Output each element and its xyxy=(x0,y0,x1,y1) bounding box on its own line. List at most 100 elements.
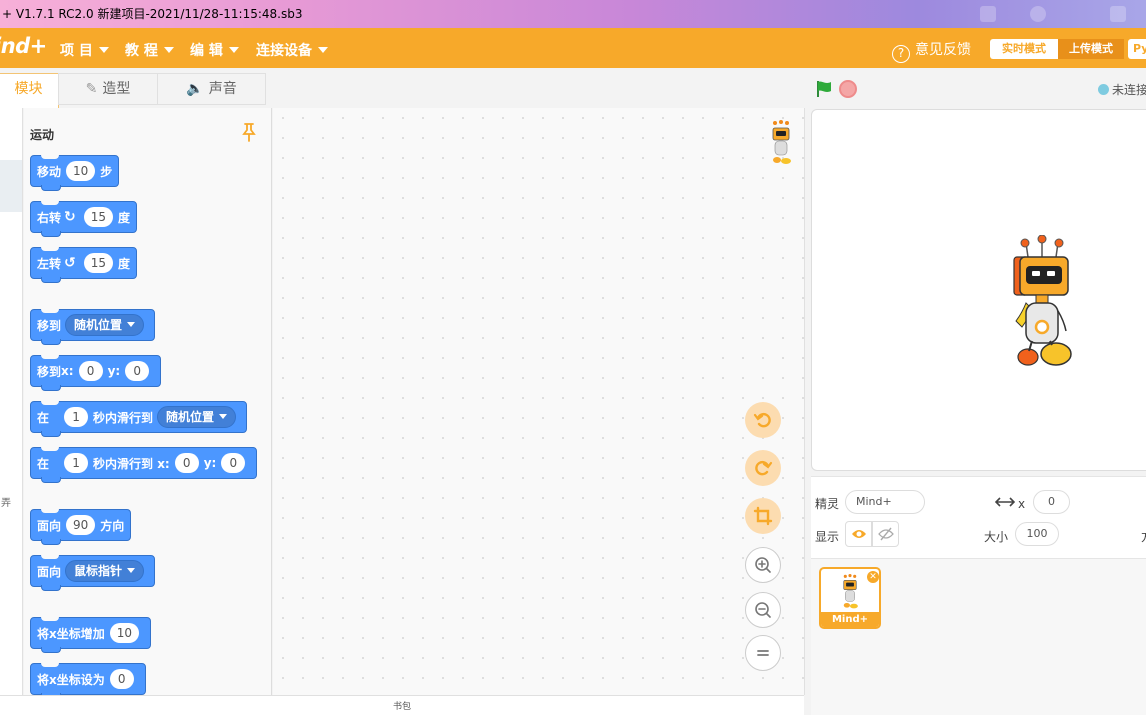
mode-toggle: 实时模式 上传模式 xyxy=(990,39,1124,59)
connection-status-label: 未连接 xyxy=(1112,83,1146,97)
show-sprite-button[interactable] xyxy=(845,521,872,547)
block-label: 移动 xyxy=(37,164,62,179)
degrees-input[interactable]: 15 xyxy=(83,207,114,227)
steps-input[interactable]: 10 xyxy=(66,161,96,181)
editor-tabs: 模块 ✎ 造型 🔈 声音 xyxy=(0,68,805,108)
eye-slash-icon xyxy=(877,527,894,541)
zoom-out-button[interactable] xyxy=(745,592,781,628)
menu-connect-label: 连接设备 xyxy=(256,43,312,59)
block-goto[interactable]: 移到 随机位置 xyxy=(30,309,156,345)
menu-tutorial[interactable]: 教 程 xyxy=(125,40,174,60)
x-input[interactable]: 0 xyxy=(78,361,103,381)
block-label: 面向 xyxy=(37,564,62,579)
block-label: y: xyxy=(107,364,121,378)
rotate-left-icon: ↺ xyxy=(64,255,76,271)
delete-sprite-icon[interactable]: ✕ xyxy=(867,571,879,583)
zoom-in-button[interactable] xyxy=(745,547,781,583)
pin-icon[interactable] xyxy=(240,122,258,142)
hide-sprite-button[interactable] xyxy=(872,521,899,547)
stage-canvas[interactable] xyxy=(811,109,1146,471)
feedback-button[interactable]: ? 意见反馈 xyxy=(892,39,971,63)
glide-target-dropdown[interactable]: 随机位置 xyxy=(157,406,237,428)
y-input[interactable]: 0 xyxy=(221,453,246,473)
menu-edit-label: 编 辑 xyxy=(190,43,223,59)
goto-target-dropdown[interactable]: 随机位置 xyxy=(65,314,145,336)
sprite-list: ✕ Mind+ xyxy=(811,558,1146,715)
tab-costumes[interactable]: ✎ 造型 xyxy=(58,73,158,105)
minimize-icon[interactable] xyxy=(980,6,996,22)
change-x-input[interactable]: 10 xyxy=(109,623,140,643)
stage-header xyxy=(806,68,1146,108)
block-label: 秒内滑行到 xyxy=(93,410,154,425)
tab-blocks[interactable]: 模块 xyxy=(0,73,59,108)
stop-button[interactable] xyxy=(839,80,857,98)
degrees-input[interactable]: 15 xyxy=(83,253,114,273)
undo-button[interactable] xyxy=(745,402,781,438)
block-point-direction[interactable]: 面向 90 方向 xyxy=(30,509,132,545)
zoom-out-icon xyxy=(755,602,771,618)
block-label: 度 xyxy=(118,210,131,225)
connection-status: 未连接 xyxy=(1098,81,1146,98)
sprite-card-thumbnail-icon xyxy=(843,574,858,609)
block-glide-to[interactable]: 在 1 秒内滑行到 随机位置 xyxy=(30,401,248,437)
realtime-mode-button[interactable]: 实时模式 xyxy=(990,39,1058,59)
block-label: 左转 xyxy=(37,256,62,271)
zoom-reset-button[interactable] xyxy=(745,635,781,671)
backpack-label: 书包 xyxy=(392,702,411,712)
sprite-name-input[interactable]: Mind+ xyxy=(845,490,925,514)
y-input[interactable]: 0 xyxy=(125,361,150,381)
category-motion-selected[interactable] xyxy=(0,160,22,212)
feedback-label: 意见反馈 xyxy=(915,42,971,58)
block-turn-right[interactable]: 右转 ↻ 15 度 xyxy=(30,201,138,237)
backpack-bar[interactable]: 书包 xyxy=(0,695,804,715)
chevron-down-icon xyxy=(163,47,174,53)
mindplus-robot-sprite[interactable] xyxy=(1002,235,1082,370)
sprite-card[interactable]: ✕ Mind+ xyxy=(819,567,881,629)
window-title: + V1.7.1 RC2.0 新建项目-2021/11/28-11:15:48.… xyxy=(2,7,303,21)
redo-button[interactable] xyxy=(745,450,781,486)
x-input[interactable]: 0 xyxy=(174,453,199,473)
chevron-down-icon xyxy=(127,568,136,573)
block-label: 移到 xyxy=(37,318,62,333)
block-palette: 运动 移动 10 步 右转 ↻ 15 度 左转 ↺ 15 度 移到 随机位置 移… xyxy=(24,108,272,695)
menu-connect-device[interactable]: 连接设备 xyxy=(256,40,328,60)
menu-project-label: 项 目 xyxy=(60,43,93,59)
menu-edit[interactable]: 编 辑 xyxy=(190,40,239,60)
block-glide-xy[interactable]: 在 1 秒内滑行到 x: 0 y: 0 xyxy=(30,447,258,483)
block-label: 面向 xyxy=(37,518,62,533)
block-label: 在 xyxy=(37,410,50,425)
block-set-x[interactable]: 将x坐标设为 0 xyxy=(30,663,146,695)
category-cut-label: 弄 xyxy=(1,498,11,509)
seconds-input[interactable]: 1 xyxy=(64,453,89,473)
menu-project[interactable]: 项 目 xyxy=(60,40,109,60)
horizontal-arrows-icon xyxy=(995,497,1015,507)
size-input[interactable]: 100 xyxy=(1015,522,1059,546)
close-icon[interactable] xyxy=(1110,6,1126,22)
rotate-right-icon: ↻ xyxy=(64,209,76,225)
block-point-towards[interactable]: 面向 鼠标指针 xyxy=(30,555,156,591)
block-turn-left[interactable]: 左转 ↺ 15 度 xyxy=(30,247,138,283)
block-move-steps[interactable]: 移动 10 步 xyxy=(30,155,120,191)
chevron-down-icon xyxy=(127,322,136,327)
green-flag-icon[interactable] xyxy=(815,80,833,98)
x-position-input[interactable]: 0 xyxy=(1033,490,1070,514)
block-goto-xy[interactable]: 移到 x: 0 y: 0 xyxy=(30,355,162,391)
tab-sounds[interactable]: 🔈 声音 xyxy=(157,73,266,105)
direction-input[interactable]: 90 xyxy=(66,515,96,535)
python-mode-button[interactable]: Py xyxy=(1128,39,1146,59)
block-label: 右转 xyxy=(37,210,62,225)
block-label: 将x坐标设为 xyxy=(37,672,105,687)
upload-mode-button[interactable]: 上传模式 xyxy=(1058,39,1124,59)
speaker-icon: 🔈 xyxy=(186,81,204,97)
gear-icon[interactable] xyxy=(1030,6,1046,22)
crop-icon xyxy=(753,506,773,526)
block-change-x[interactable]: 将x坐标增加 10 xyxy=(30,617,152,653)
sprite-card-name: Mind+ xyxy=(821,612,879,627)
block-label: x: xyxy=(61,364,74,378)
crop-button[interactable] xyxy=(745,498,781,534)
towards-target-dropdown[interactable]: 鼠标指针 xyxy=(65,560,145,582)
script-workspace[interactable] xyxy=(273,108,805,695)
seconds-input[interactable]: 1 xyxy=(64,407,89,427)
set-x-input[interactable]: 0 xyxy=(109,669,134,689)
block-label: 在 xyxy=(37,456,50,471)
